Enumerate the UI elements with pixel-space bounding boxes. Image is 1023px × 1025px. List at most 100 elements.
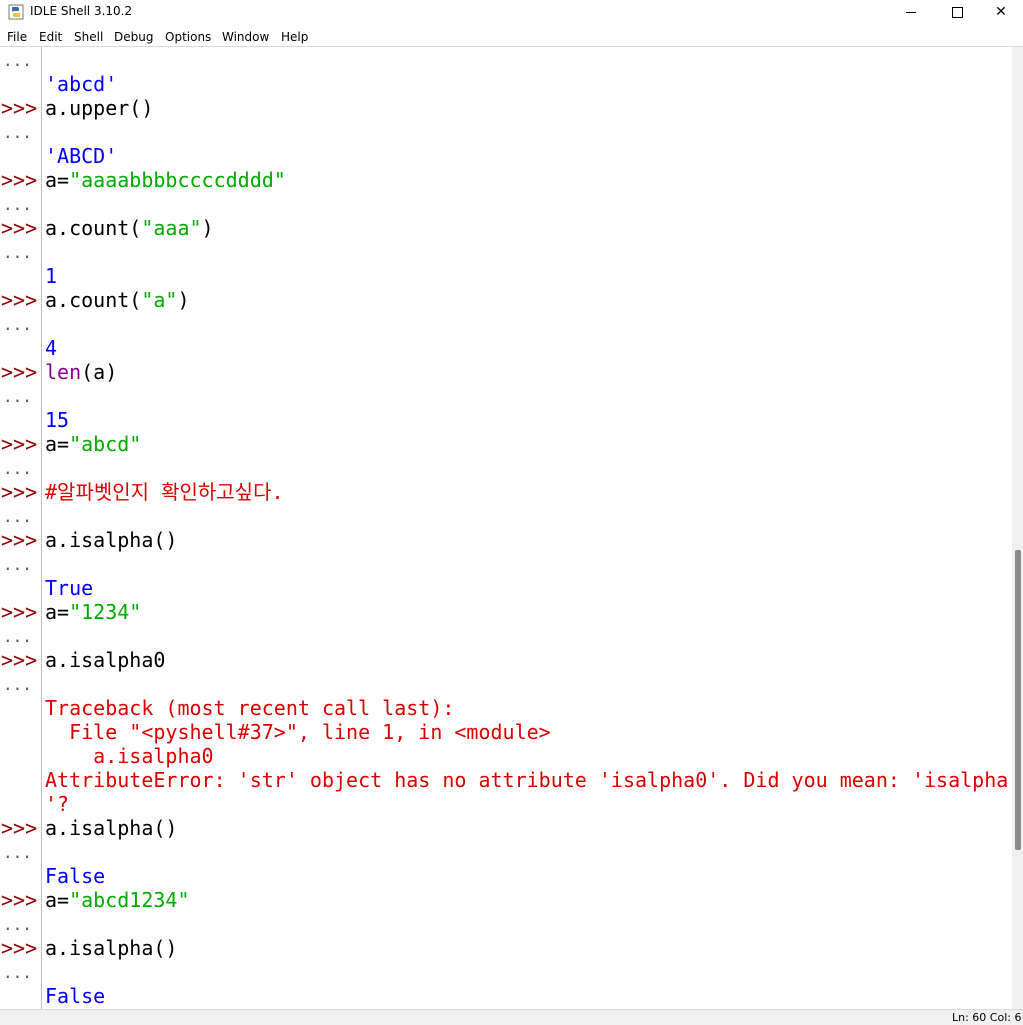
primary-prompt: >>> <box>1 600 38 624</box>
primary-prompt: >>> <box>1 936 38 960</box>
window-title: IDLE Shell 3.10.2 <box>30 4 133 18</box>
shell-text-area[interactable]: 'abcd' a.upper() 'ABCD' a="aaaabbbbccccd… <box>42 47 1012 1009</box>
continuation-prompt: ... <box>3 315 32 334</box>
primary-prompt: >>> <box>1 96 38 120</box>
menu-shell[interactable]: Shell <box>74 29 103 45</box>
output-line: True <box>45 576 93 600</box>
scrollbar-thumb[interactable] <box>1015 550 1021 850</box>
output-line: 15 <box>45 408 69 432</box>
traceback-line: a.isalpha0 <box>45 744 214 768</box>
maximize-button[interactable] <box>934 0 980 24</box>
traceback-line: File "<pyshell#37>", line 1, in <module> <box>45 720 551 744</box>
menu-bar: File Edit Shell Debug Options Window Hel… <box>0 28 1023 46</box>
continuation-prompt: ... <box>3 555 32 574</box>
code-token: #알파벳인지 확인하고싶다. <box>45 480 284 504</box>
primary-prompt: >>> <box>1 168 38 192</box>
output-line: False <box>45 984 105 1008</box>
primary-prompt: >>> <box>1 216 38 240</box>
code-token: a= <box>45 432 70 456</box>
code-token: len <box>45 360 82 384</box>
code-token: File "<pyshell#37>", line 1, in <module> <box>45 720 551 744</box>
primary-prompt: >>> <box>1 648 38 672</box>
output-line: 4 <box>45 336 57 360</box>
input-line: a.count("a") <box>45 288 190 312</box>
input-line: a="abcd1234" <box>45 888 190 912</box>
status-bar: Ln: 60 Col: 6 <box>0 1009 1023 1025</box>
code-token: "a" <box>141 288 178 312</box>
code-token: '? <box>45 792 70 816</box>
error-message-line: AttributeError: 'str' object has no attr… <box>45 768 1008 792</box>
input-line: a.isalpha() <box>45 936 177 960</box>
python-icon <box>8 4 24 20</box>
code-token: True <box>45 576 94 600</box>
continuation-prompt: ... <box>3 243 32 262</box>
minimize-icon <box>906 11 916 13</box>
code-token: ) <box>201 216 214 240</box>
code-token: 15 <box>45 408 70 432</box>
continuation-prompt: ... <box>3 387 32 406</box>
code-token: (a) <box>81 360 118 384</box>
code-token: "abcd" <box>69 432 142 456</box>
maximize-icon <box>951 6 963 18</box>
code-token: a.isalpha0 <box>45 744 214 768</box>
code-token: a= <box>45 888 70 912</box>
primary-prompt: >>> <box>1 432 38 456</box>
code-token: a.isalpha0 <box>45 648 166 672</box>
cursor-position: Ln: 60 Col: 6 <box>952 1011 1022 1024</box>
input-line: a.isalpha() <box>45 816 177 840</box>
continuation-prompt: ... <box>3 123 32 142</box>
menu-options[interactable]: Options <box>165 29 211 45</box>
primary-prompt: >>> <box>1 360 38 384</box>
continuation-prompt: ... <box>3 459 32 478</box>
output-line: 'abcd' <box>45 72 117 96</box>
code-token: "aaaabbbbccccdddd" <box>69 168 286 192</box>
continuation-prompt: ... <box>3 843 32 862</box>
vertical-scrollbar[interactable] <box>1012 47 1023 1009</box>
menu-window[interactable]: Window <box>222 29 269 45</box>
close-icon: ✕ <box>995 4 1007 20</box>
primary-prompt: >>> <box>1 528 38 552</box>
input-line: len(a) <box>45 360 117 384</box>
continuation-prompt: ... <box>3 627 32 646</box>
code-token: a.upper() <box>45 96 154 120</box>
continuation-prompt: ... <box>3 963 32 982</box>
code-token: a.isalpha() <box>45 816 178 840</box>
code-token: a.isalpha() <box>45 936 178 960</box>
code-token: "1234" <box>69 600 142 624</box>
code-token: a= <box>45 168 70 192</box>
menu-file[interactable]: File <box>7 29 27 45</box>
input-line: a="abcd" <box>45 432 141 456</box>
primary-prompt: >>> <box>1 816 38 840</box>
input-line: a.isalpha() <box>45 528 177 552</box>
output-line: 1 <box>45 264 57 288</box>
code-token: 'abcd' <box>45 72 118 96</box>
menu-help[interactable]: Help <box>281 29 308 45</box>
input-line: a.upper() <box>45 96 153 120</box>
primary-prompt: >>> <box>1 888 38 912</box>
input-line: a="1234" <box>45 600 141 624</box>
code-token: 1 <box>45 264 58 288</box>
input-line: a.isalpha0 <box>45 648 165 672</box>
error-message-line: '? <box>45 792 69 816</box>
traceback-line: Traceback (most recent call last): <box>45 696 454 720</box>
code-token: a= <box>45 600 70 624</box>
comment-line: #알파벳인지 확인하고싶다. <box>45 480 284 504</box>
menu-debug[interactable]: Debug <box>114 29 153 45</box>
title-bar: IDLE Shell 3.10.2 ✕ <box>0 0 1023 24</box>
prompt-gutter: ... >>> ... >>> ... >>> ... >>> ... >>> … <box>0 47 40 1009</box>
code-token: a.count( <box>45 216 142 240</box>
menu-edit[interactable]: Edit <box>39 29 62 45</box>
close-button[interactable]: ✕ <box>978 0 1023 24</box>
output-line: False <box>45 864 105 888</box>
continuation-prompt: ... <box>3 51 32 70</box>
code-token: 4 <box>45 336 58 360</box>
minimize-button[interactable] <box>888 0 934 24</box>
code-token: AttributeError: 'str' object has no attr… <box>45 768 1009 792</box>
code-token: "abcd1234" <box>69 888 190 912</box>
code-token: "aaa" <box>141 216 202 240</box>
primary-prompt: >>> <box>1 288 38 312</box>
output-line: 'ABCD' <box>45 144 117 168</box>
code-token: a.isalpha() <box>45 528 178 552</box>
primary-prompt: >>> <box>1 480 38 504</box>
code-token: False <box>45 984 106 1008</box>
